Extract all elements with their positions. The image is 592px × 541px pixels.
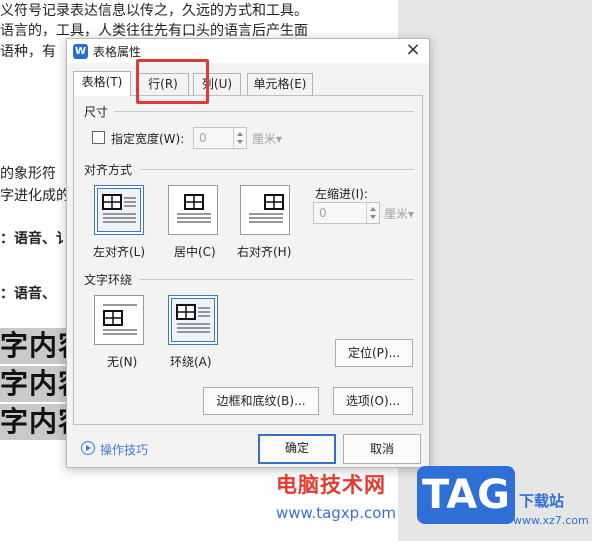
wrap-around-label: 环绕(A) (170, 355, 212, 369)
doc-bold-label: ：语音、讠 (0, 231, 70, 247)
doc-bold-label: ：语音、 (0, 286, 56, 302)
watermark-site-url: www.tagxp.com (276, 504, 396, 522)
wps-writer-icon: W (73, 44, 88, 59)
wrap-none-label: 无(N) (107, 355, 138, 369)
tips-link[interactable]: 操作技巧 (100, 441, 148, 458)
tab-cell[interactable]: 单元格(E) (247, 73, 313, 95)
wrap-none-icon (103, 304, 137, 335)
table-properties-dialog: W 表格属性 × 表格(T) 行(R) 列(U) 单元格(E) 尺寸 指定宽度(… (66, 38, 430, 468)
align-left-icon (102, 194, 136, 223)
align-left-option[interactable] (94, 185, 144, 235)
width-spin-buttons[interactable] (233, 128, 246, 148)
alignment-section-title: 对齐方式 (84, 161, 139, 178)
ok-button[interactable]: 确定 (258, 434, 336, 464)
play-circle-icon[interactable] (81, 441, 95, 455)
tag-logo: TAG (417, 466, 515, 524)
left-indent-label: 左缩进(I): (315, 187, 368, 201)
doc-text-line: 的象形符 (0, 166, 56, 182)
watermark-logo-url: www.xz7.com (513, 514, 589, 527)
size-section-title: 尺寸 (84, 103, 115, 120)
section-divider (104, 111, 414, 112)
section-divider (140, 279, 414, 280)
width-value: 0 (199, 131, 207, 145)
table-tab-panel: 尺寸 指定宽度(W): 0 厘米▾ 对齐方式 左对齐(L) 居中(C) 右对齐(… (73, 95, 423, 425)
watermark-logo-caption: 下载站 (519, 492, 565, 510)
watermark-site-name: 电脑技术网 (276, 473, 386, 497)
dialog-titlebar: W 表格属性 × (67, 39, 429, 63)
spin-up-icon (237, 132, 243, 136)
align-center-label: 居中(C) (174, 245, 216, 259)
left-indent-spinner[interactable]: 0 (313, 202, 380, 224)
left-indent-value: 0 (319, 206, 327, 220)
borders-shading-button[interactable]: 边框和底纹(B)... (203, 387, 319, 415)
align-right-option[interactable] (240, 185, 290, 235)
indent-spin-buttons[interactable] (366, 203, 379, 223)
options-button[interactable]: 选项(O)... (333, 387, 413, 415)
align-center-option[interactable] (168, 185, 218, 235)
wrap-none-option[interactable] (94, 295, 144, 345)
text-wrap-section-title: 文字环绕 (84, 271, 139, 288)
spin-up-icon (370, 207, 376, 211)
position-button[interactable]: 定位(P)... (335, 339, 413, 367)
align-center-icon (177, 194, 211, 223)
doc-text-line: 义符号记录表达信息以传之，久远的方式和工具。 (0, 3, 308, 19)
dialog-title: 表格属性 (93, 45, 142, 59)
align-right-icon (249, 194, 284, 223)
doc-text-line: 字进化成的 (0, 188, 70, 204)
width-unit-dropdown[interactable]: 厘米▾ (252, 130, 282, 147)
cancel-button[interactable]: 取消 (343, 434, 421, 464)
wrap-around-option[interactable] (168, 295, 218, 345)
indent-unit-dropdown[interactable]: 厘米▾ (384, 205, 414, 222)
align-right-label: 右对齐(H) (237, 245, 292, 259)
spin-down-icon (237, 140, 243, 144)
width-spinner[interactable]: 0 (193, 127, 247, 149)
row-tab-highlight-box (136, 59, 209, 104)
specify-width-label: 指定宽度(W): (111, 132, 185, 146)
section-divider (140, 169, 414, 170)
wrap-around-icon (176, 304, 210, 333)
tab-table[interactable]: 表格(T) (73, 71, 131, 96)
align-left-label: 左对齐(L) (93, 245, 146, 259)
specify-width-checkbox[interactable] (92, 131, 105, 144)
doc-text-line: 语种，有 (0, 44, 56, 60)
close-icon[interactable]: × (403, 41, 423, 61)
doc-text-line: 语言的，工具，人类往往先有口头的语言后产生面 (0, 23, 308, 39)
spin-down-icon (370, 215, 376, 219)
